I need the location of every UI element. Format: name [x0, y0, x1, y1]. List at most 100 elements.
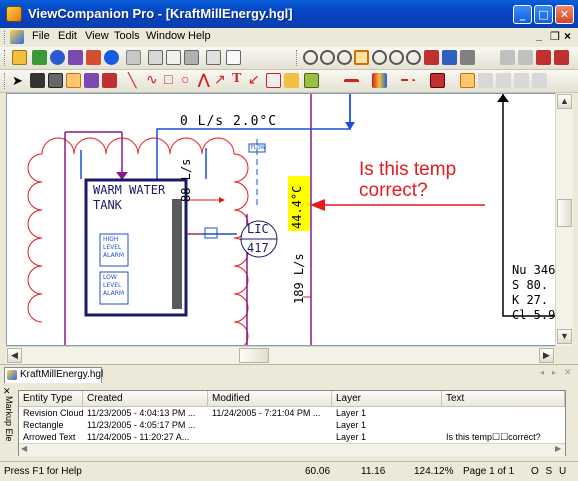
arrowed-text-icon[interactable]: ↙ — [248, 71, 260, 88]
rectangle-tool-icon[interactable]: □ — [164, 71, 172, 87]
table-row[interactable]: Rectangle 11/23/2005 - 4:05:17 PM ... La… — [19, 419, 565, 431]
frame-arrowhead — [497, 94, 509, 102]
maximize-button[interactable]: □ — [534, 5, 553, 24]
stamp-icon[interactable] — [102, 73, 117, 88]
text-tool-icon[interactable]: T — [232, 71, 241, 87]
scroll-left-button[interactable]: ◀ — [7, 348, 22, 363]
plot-icon[interactable] — [184, 50, 199, 65]
zoom-out-icon[interactable] — [303, 50, 318, 65]
mdi-restore-button[interactable]: ❐ — [550, 30, 560, 43]
tab-close-icon[interactable]: ✕ — [564, 367, 572, 378]
open-recent-icon[interactable] — [32, 50, 47, 65]
mdi-close-button[interactable]: × — [564, 29, 571, 43]
line-weight-icon[interactable] — [344, 79, 359, 88]
markup-extra4-icon[interactable] — [532, 73, 547, 88]
scroll-right-button[interactable]: ▶ — [539, 348, 554, 363]
mirror-icon[interactable] — [460, 50, 475, 65]
horizontal-scroll-thumb[interactable] — [239, 348, 269, 363]
menu-edit[interactable]: Edit — [58, 30, 77, 42]
grid-hscrollbar[interactable]: ◀ ▶ — [19, 443, 565, 456]
scroll-up-button[interactable]: ▲ — [557, 94, 572, 109]
zoom-extents-icon[interactable] — [337, 50, 352, 65]
close-button[interactable]: ✕ — [555, 5, 574, 24]
app-icon[interactable] — [6, 6, 22, 22]
markup-props-icon[interactable] — [460, 73, 475, 88]
zoom-previous-icon[interactable] — [372, 50, 387, 65]
annotation-text-1[interactable]: Is this temp — [359, 159, 456, 181]
menu-window[interactable]: Window — [146, 30, 185, 42]
horizontal-scrollbar[interactable]: ◀ ▶ — [6, 346, 555, 364]
highlight-tool-icon[interactable] — [284, 73, 299, 88]
col-text[interactable]: Text — [442, 391, 565, 406]
last-page-icon[interactable] — [554, 50, 569, 65]
line-tool-icon[interactable]: ╲ — [128, 72, 136, 89]
info-icon[interactable] — [104, 50, 119, 65]
zoom-realtime-icon[interactable] — [389, 50, 404, 65]
page-setup-icon[interactable] — [206, 50, 221, 65]
ellipse-tool-icon[interactable]: ○ — [181, 71, 189, 87]
group-icon[interactable] — [84, 73, 99, 88]
lock-icon[interactable] — [30, 73, 45, 88]
col-created[interactable]: Created — [83, 391, 208, 406]
cell-modified — [208, 419, 332, 431]
menu-tools[interactable]: Tools — [114, 30, 140, 42]
cell-text — [442, 407, 565, 419]
next-page-icon[interactable] — [536, 50, 551, 65]
tab-scroll-left-icon[interactable]: ◂ — [540, 368, 544, 377]
first-page-icon[interactable] — [500, 50, 515, 65]
markup-extra1-icon[interactable] — [478, 73, 493, 88]
globe-icon[interactable] — [50, 50, 65, 65]
menu-help[interactable]: Help — [188, 30, 211, 42]
drawing-canvas[interactable]: 0 L/s 2.0°C FLOW WARM WATER TANK HIGH LE… — [6, 93, 561, 346]
image-tool-icon[interactable] — [304, 73, 319, 88]
grid-scroll-thumb[interactable] — [239, 445, 261, 454]
polyline-tool-icon[interactable]: ⋀ — [198, 71, 209, 88]
layers-icon[interactable] — [442, 50, 457, 65]
grid-scroll-right-icon[interactable]: ▶ — [555, 444, 561, 453]
arc-tool-icon[interactable]: ∿ — [146, 71, 158, 88]
markup-entity-grid[interactable]: Entity Type Created Modified Layer Text … — [18, 390, 566, 456]
markup-extra2-icon[interactable] — [496, 73, 511, 88]
print-preview-icon[interactable] — [166, 50, 181, 65]
compare-icon[interactable] — [68, 50, 83, 65]
help-icon[interactable] — [226, 50, 241, 65]
copy-icon[interactable] — [126, 50, 141, 65]
text-box-icon[interactable] — [48, 73, 63, 88]
col-layer[interactable]: Layer — [332, 391, 442, 406]
table-row[interactable]: Revision Cloud 11/23/2005 - 4:04:13 PM .… — [19, 407, 565, 419]
color-picker-icon[interactable] — [372, 73, 387, 88]
vertical-scrollbar[interactable]: ▲ ▼ — [555, 93, 573, 346]
prev-page-icon[interactable] — [518, 50, 533, 65]
menu-file[interactable]: File — [32, 30, 50, 42]
markup-select-icon[interactable] — [66, 73, 81, 88]
minimize-button[interactable]: _ — [513, 5, 532, 24]
zoom-window-icon[interactable] — [354, 50, 369, 65]
zoom-in-icon[interactable] — [320, 50, 335, 65]
col-entity-type[interactable]: Entity Type — [19, 391, 83, 406]
menu-view[interactable]: View — [85, 30, 109, 42]
cloud-tool-icon[interactable] — [266, 73, 281, 88]
scroll-corner — [555, 346, 572, 363]
cell-created: 11/23/2005 - 4:04:13 PM ... — [87, 408, 196, 418]
col-modified[interactable]: Modified — [208, 391, 332, 406]
pan-icon[interactable] — [406, 50, 421, 65]
properties-icon[interactable] — [86, 50, 101, 65]
scroll-down-button[interactable]: ▼ — [557, 329, 572, 344]
fill-color-icon[interactable] — [430, 73, 445, 88]
tab-kraftmillenergy[interactable]: KraftMillEnergy.hgl — [4, 367, 103, 383]
markup-extra3-icon[interactable] — [514, 73, 529, 88]
open-icon[interactable] — [12, 50, 27, 65]
vertical-scroll-thumb[interactable] — [557, 199, 572, 227]
grid-scroll-left-icon[interactable]: ◀ — [21, 444, 27, 453]
title-bar[interactable]: ViewCompanion Pro - [KraftMillEnergy.hgl… — [0, 0, 578, 28]
tab-scroll-right-icon[interactable]: ▸ — [552, 368, 556, 377]
print-icon[interactable] — [148, 50, 163, 65]
line-style-icon[interactable] — [400, 79, 415, 88]
document-icon[interactable] — [10, 30, 24, 44]
select-arrow-icon[interactable]: ➤ — [12, 73, 23, 89]
mdi-minimize-button[interactable]: _ — [536, 30, 542, 42]
rotate-icon[interactable] — [424, 50, 439, 65]
annotation-text-2[interactable]: correct? — [359, 180, 428, 202]
table-row[interactable]: Arrowed Text 11/24/2005 - 11:20:27 A... … — [19, 431, 565, 443]
arrow-tool-icon[interactable]: ↗ — [214, 71, 226, 88]
